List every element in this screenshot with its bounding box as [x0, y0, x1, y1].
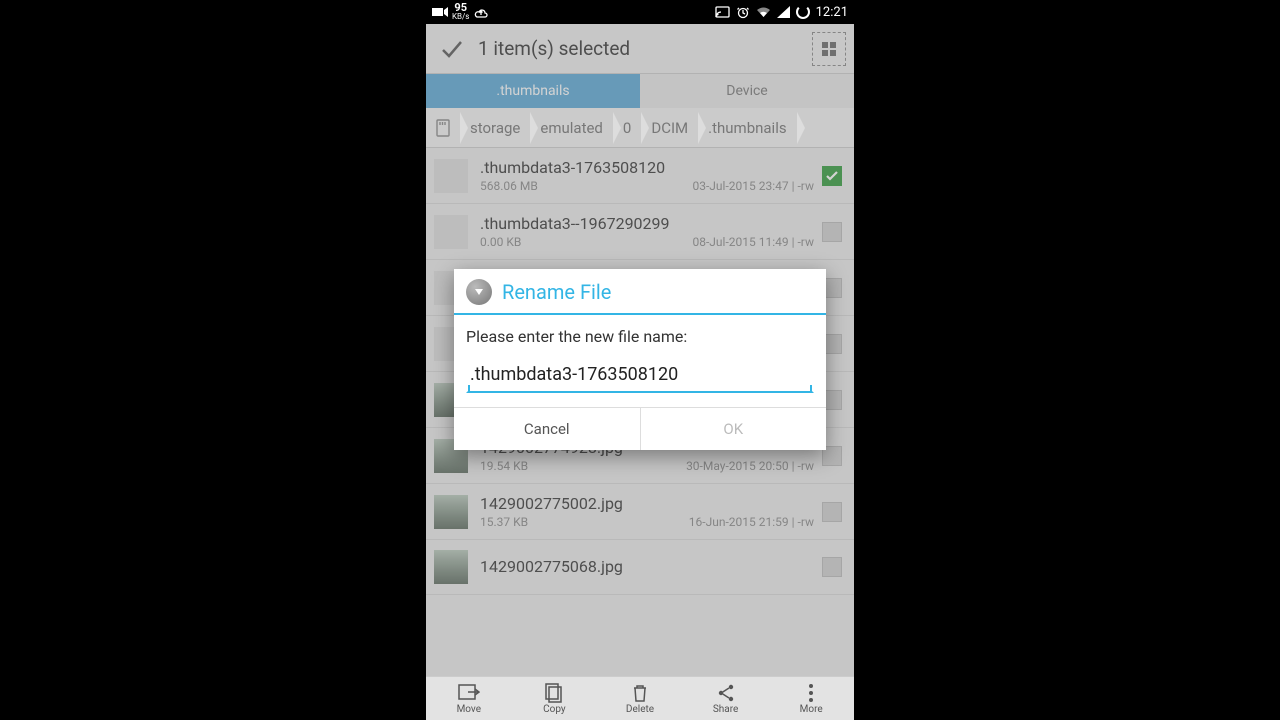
dialog-icon: [466, 279, 492, 305]
wifi-icon: [756, 6, 771, 18]
share-icon: [716, 683, 736, 703]
cast-icon: [715, 6, 730, 18]
delete-button[interactable]: Delete: [597, 677, 683, 720]
more-icon: [808, 683, 814, 703]
alarm-icon: [736, 5, 750, 19]
status-bar: 95 KB/s 12:21: [426, 0, 854, 24]
trash-icon: [632, 683, 648, 703]
move-button[interactable]: Move: [426, 677, 512, 720]
loading-spinner-icon: [796, 5, 810, 19]
rename-dialog: Rename File Please enter the new file na…: [454, 269, 826, 450]
status-clock: 12:21: [816, 5, 848, 20]
move-icon: [458, 683, 480, 703]
ok-button[interactable]: OK: [641, 408, 827, 450]
cancel-button[interactable]: Cancel: [454, 408, 641, 450]
more-button[interactable]: More: [768, 677, 854, 720]
rename-input[interactable]: [468, 360, 812, 391]
dialog-title: Rename File: [502, 280, 611, 304]
camera-icon: [432, 6, 448, 18]
copy-button[interactable]: Copy: [512, 677, 598, 720]
network-speed: 95 KB/s: [452, 3, 469, 21]
dialog-message: Please enter the new file name:: [466, 327, 814, 346]
copy-icon: [545, 683, 563, 703]
share-button[interactable]: Share: [683, 677, 769, 720]
cloud-upload-icon: [473, 6, 489, 18]
signal-icon: [777, 6, 790, 18]
bottom-toolbar: Move Copy Delete Share More: [426, 676, 854, 720]
